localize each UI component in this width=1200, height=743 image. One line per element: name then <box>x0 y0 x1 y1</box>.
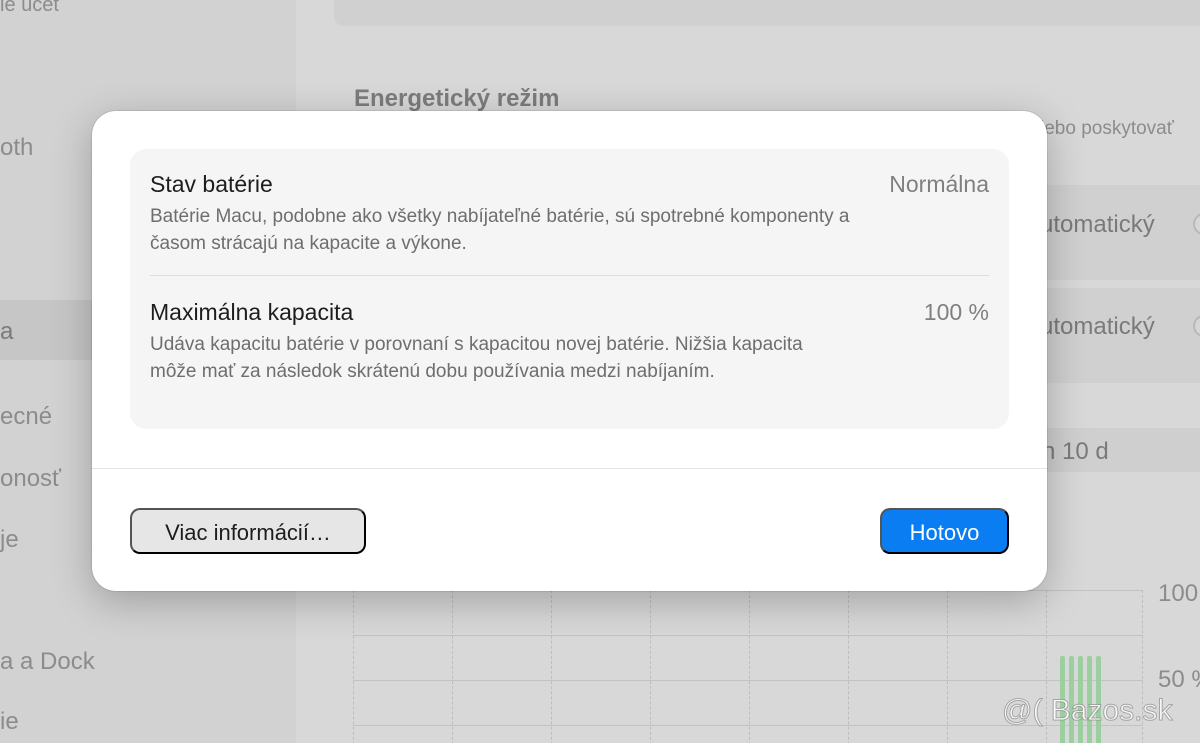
chart-gridline <box>947 590 948 743</box>
max-capacity-description: Udáva kapacitu batérie v porovnaní s kap… <box>150 334 803 382</box>
sidebar-item-general[interactable]: ecné <box>0 403 52 431</box>
max-capacity-value: 100 % <box>923 299 989 325</box>
chart-gridline <box>452 590 453 743</box>
card-divider <box>150 275 989 276</box>
battery-info-card: Stav batérie Normálna Batérie Macu, podo… <box>130 149 1009 429</box>
battery-state-value: Normálna <box>889 171 989 197</box>
max-capacity-title: Maximálna kapacita <box>150 299 354 325</box>
sidebar-item-battery[interactable]: a <box>0 318 13 346</box>
energy-mode-value-battery[interactable]: utomatický <box>1040 211 1155 239</box>
chart-gridline <box>353 590 354 743</box>
more-info-button[interactable]: Viac informácií… <box>130 508 366 554</box>
chart-gridline <box>551 590 552 743</box>
chart-gridline <box>749 590 750 743</box>
watermark-logo: @( Bazos.sk <box>1002 694 1173 728</box>
chart-gridline <box>650 590 651 743</box>
sidebar-item-displays[interactable]: ie <box>0 708 19 736</box>
max-capacity-row: Maximálna kapacita 100 % Udáva kapacitu … <box>150 297 989 385</box>
sidebar-item-desktop-dock[interactable]: a a Dock <box>0 648 95 676</box>
sidebar-item-appearance[interactable]: je <box>0 526 19 554</box>
chart-gridline <box>353 635 1143 636</box>
done-button[interactable]: Hotovo <box>880 508 1009 554</box>
battery-health-dialog: Stav batérie Normálna Batérie Macu, podo… <box>92 111 1047 591</box>
dialog-divider <box>92 468 1047 469</box>
chart-gridline <box>353 680 1143 681</box>
chart-tick-label: 50 % <box>1158 666 1200 693</box>
energy-mode-title: Energetický režim <box>354 85 560 112</box>
battery-state-description: Batérie Macu, podobne ako všetky nabíjat… <box>150 206 850 254</box>
energy-mode-value-adapter[interactable]: utomatický <box>1040 313 1155 341</box>
sidebar-item-account[interactable]: ie účet <box>0 0 59 17</box>
sidebar-item-bluetooth[interactable]: oth <box>0 134 33 162</box>
energy-mode-description: lebo poskytovať <box>1040 118 1174 139</box>
chart-gridline <box>848 590 849 743</box>
chart-tick-label: 100 <box>1158 580 1199 607</box>
battery-state-title: Stav batérie <box>150 171 273 197</box>
chart-range-label[interactable]: n 10 d <box>1042 438 1109 466</box>
battery-state-row: Stav batérie Normálna Batérie Macu, podo… <box>150 169 989 257</box>
top-card <box>334 0 1200 26</box>
sidebar-item-accessibility[interactable]: onosť <box>0 465 61 493</box>
